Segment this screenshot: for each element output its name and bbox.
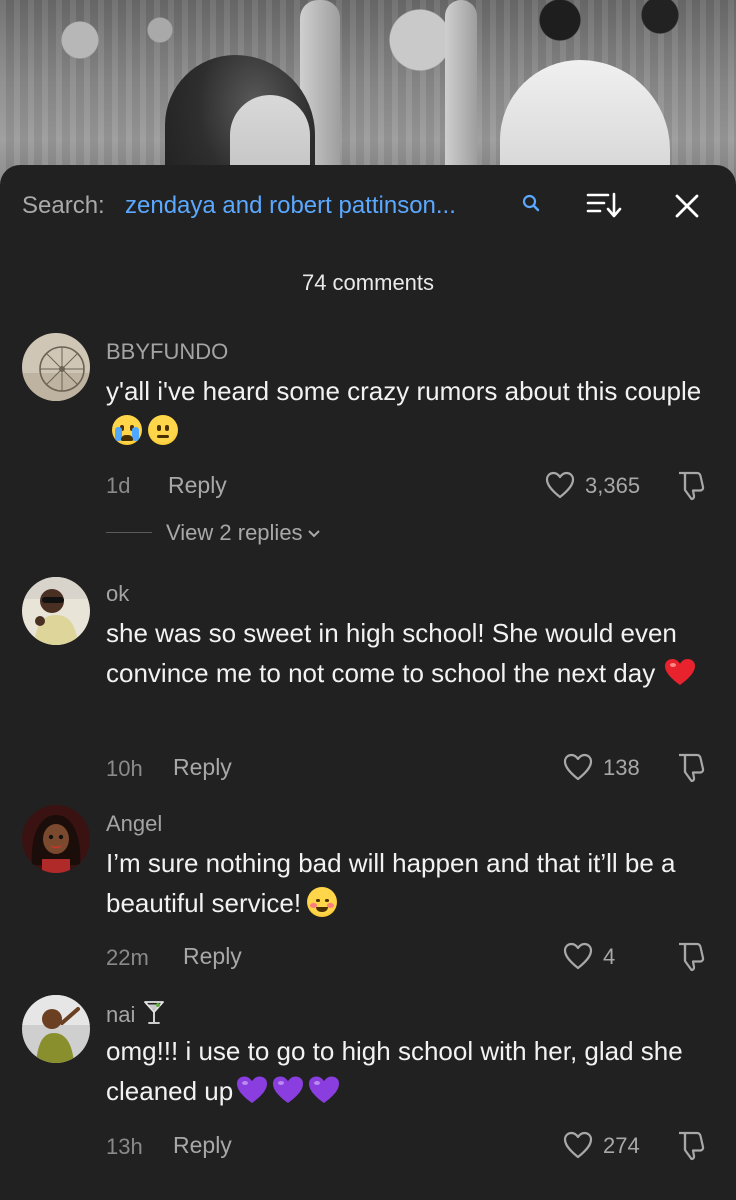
username-label: nai <box>106 1002 136 1027</box>
reply-button[interactable]: Reply <box>168 472 227 499</box>
comment-time: 10h <box>106 756 143 781</box>
heart-outline-icon[interactable] <box>563 1131 593 1159</box>
video-pillar <box>445 0 477 170</box>
search-icon[interactable] <box>521 193 541 213</box>
search-bar[interactable]: Search: zendaya and robert pattinson... <box>0 165 736 245</box>
like-count: 3,365 <box>585 473 641 498</box>
comment-username[interactable]: ok <box>106 581 129 607</box>
comment-text: I’m sure nothing bad will happen and tha… <box>106 843 716 923</box>
heart-outline-icon[interactable] <box>563 942 593 970</box>
close-icon[interactable] <box>672 191 702 221</box>
like-count: 274 <box>603 1133 640 1158</box>
comment-body: she was so sweet in high school! She wou… <box>106 618 677 688</box>
avatar[interactable] <box>22 805 90 873</box>
like-count: 138 <box>603 755 640 780</box>
thumbs-down-icon[interactable] <box>675 940 709 972</box>
neutral-face-icon <box>148 415 178 445</box>
heart-outline-icon[interactable] <box>563 753 593 781</box>
thumbs-down-icon[interactable] <box>675 1129 709 1161</box>
smiling-face-with-hearts-icon <box>307 887 338 917</box>
search-query-link[interactable]: zendaya and robert pattinson... <box>125 192 456 220</box>
comment-body: omg!!! i use to go to high school with h… <box>106 1036 683 1106</box>
search-label: Search: <box>22 192 105 219</box>
like-count: 4 <box>603 944 616 969</box>
comment-body: I’m sure nothing bad will happen and tha… <box>106 848 676 918</box>
avatar[interactable] <box>22 577 90 645</box>
comment-time: 13h <box>106 1134 143 1159</box>
cocktail-glass-icon <box>144 1001 165 1024</box>
comment-text: y'all i've heard some crazy rumors about… <box>106 371 716 451</box>
chevron-down-icon <box>307 530 320 538</box>
comment-body: y'all i've heard some crazy rumors about… <box>106 376 702 406</box>
purple-heart-icon <box>309 1076 340 1103</box>
reply-button[interactable]: Reply <box>173 1132 232 1159</box>
comment-username[interactable]: Angel <box>106 811 162 837</box>
loudly-crying-face-icon <box>112 415 142 445</box>
comments-sheet: Search: zendaya and robert pattinson... … <box>0 165 736 1200</box>
avatar[interactable] <box>22 333 90 401</box>
avatar[interactable] <box>22 995 90 1063</box>
heart-outline-icon[interactable] <box>545 471 575 499</box>
reply-button[interactable]: Reply <box>183 943 242 970</box>
purple-heart-icon <box>237 1076 268 1103</box>
sort-icon[interactable] <box>586 190 622 220</box>
view-replies-button[interactable]: View 2 replies <box>166 520 321 546</box>
red-heart-icon <box>665 659 696 685</box>
comment-count: 74 comments <box>301 270 435 295</box>
comment-username[interactable]: BBYFUNDO <box>106 339 228 365</box>
replies-divider <box>106 532 152 533</box>
comment-username[interactable]: nai <box>106 999 165 1028</box>
comment-time: 22m <box>106 945 149 970</box>
comment-text: she was so sweet in high school! She wou… <box>106 613 716 693</box>
reply-button[interactable]: Reply <box>173 754 232 781</box>
purple-heart-icon <box>273 1076 304 1103</box>
thumbs-down-icon[interactable] <box>675 469 709 501</box>
view-replies-label: View 2 replies <box>166 520 303 545</box>
comment-item: BBYFUNDO y'all i've heard some crazy rum… <box>0 333 736 563</box>
comment-text: omg!!! i use to go to high school with h… <box>106 1031 716 1111</box>
thumbs-down-icon[interactable] <box>675 751 709 783</box>
comment-time: 1d <box>106 473 131 498</box>
